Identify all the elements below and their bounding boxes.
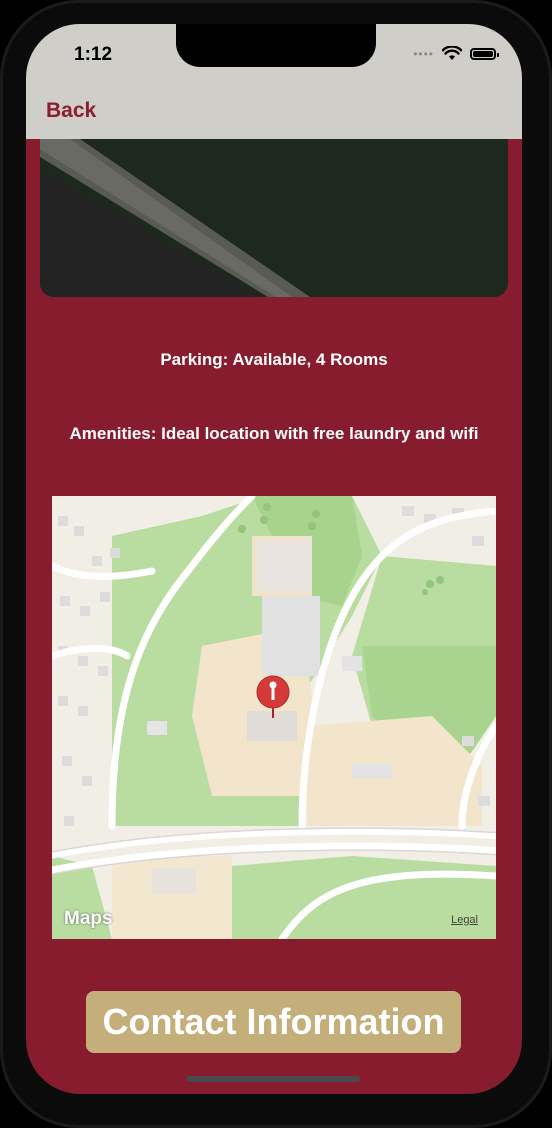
navigation-bar: 1:12 •••• Back — [26, 24, 522, 139]
map-tiles — [52, 496, 496, 939]
battery-level — [473, 50, 493, 57]
status-time: 1:12 — [74, 44, 113, 65]
location-map[interactable]: Maps Legal — [52, 496, 496, 939]
amenities-info: Amenities: Ideal location with free laun… — [69, 424, 479, 443]
listing-photo — [40, 139, 508, 297]
contact-information-button[interactable]: Contact Information — [86, 991, 461, 1053]
status-icons: •••• — [413, 46, 499, 61]
parking-info: Parking: Available, 4 Rooms — [160, 350, 388, 369]
signal-dots-icon: •••• — [413, 46, 434, 61]
wifi-icon — [442, 46, 462, 60]
battery-cap — [497, 52, 499, 57]
legal-link[interactable]: Legal — [451, 914, 478, 926]
listing-photo-image — [40, 139, 508, 297]
battery-icon — [470, 47, 499, 60]
maps-attribution-text: Maps — [64, 908, 113, 929]
notch — [176, 24, 376, 67]
screen: 1:12 •••• Back Parking: Available, 4 Roo… — [26, 24, 522, 1094]
home-indicator[interactable] — [186, 1076, 360, 1082]
back-button[interactable]: Back — [46, 99, 96, 123]
maps-attribution: Maps — [64, 908, 113, 930]
phone-frame: 1:12 •••• Back Parking: Available, 4 Roo… — [0, 0, 552, 1128]
